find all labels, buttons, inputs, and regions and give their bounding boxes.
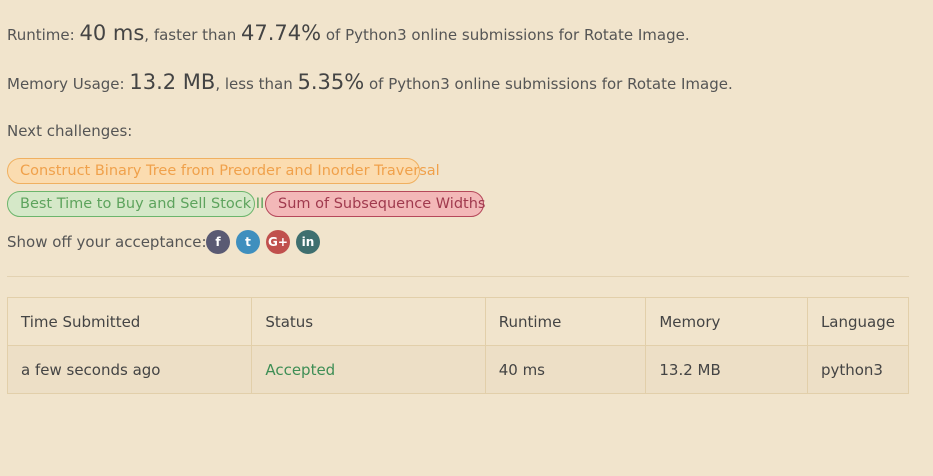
memory-mid: , less than [215, 75, 298, 93]
column-header-runtime: Runtime [484, 297, 647, 346]
memory-summary: Memory Usage: 13.2 MB, less than 5.35% o… [7, 70, 733, 94]
column-header-time-submitted: Time Submitted [6, 297, 253, 346]
memory-value: 13.2 MB [129, 70, 216, 94]
runtime-label: Runtime: [7, 26, 80, 44]
memory-label: Memory Usage: [7, 75, 130, 93]
runtime-summary: Runtime: 40 ms, faster than 47.74% of Py… [7, 21, 690, 45]
table-row: a few seconds ago Accepted 40 ms 13.2 MB… [6, 345, 910, 394]
column-header-status: Status [251, 297, 486, 346]
cell-runtime: 40 ms [484, 345, 647, 394]
runtime-value: 40 ms [79, 21, 145, 45]
cell-memory: 13.2 MB [645, 345, 808, 394]
facebook-icon[interactable]: f [206, 230, 230, 254]
challenge-link-best-time-stock[interactable]: Best Time to Buy and Sell Stock II [7, 191, 264, 217]
memory-suffix: of Python3 online submissions for Rotate… [364, 75, 733, 93]
challenge-link-construct-binary-tree[interactable]: Construct Binary Tree from Preorder and … [7, 158, 440, 184]
google-plus-icon[interactable]: G+ [266, 230, 290, 254]
cell-time-submitted: a few seconds ago [6, 345, 253, 394]
runtime-percent: 47.74% [241, 21, 322, 45]
linkedin-icon[interactable]: in [296, 230, 320, 254]
share-label: Show off your acceptance: [7, 233, 207, 251]
divider [7, 276, 909, 277]
next-challenges-label: Next challenges: [7, 122, 133, 140]
challenge-link-sum-subsequence-widths[interactable]: Sum of Subsequence Widths [265, 191, 485, 217]
cell-status: Accepted [251, 345, 486, 394]
runtime-suffix: of Python3 online submissions for Rotate… [321, 26, 690, 44]
cell-language: python3 [806, 345, 910, 394]
column-header-language: Language [806, 297, 910, 346]
column-header-memory: Memory [645, 297, 808, 346]
status-accepted-link[interactable]: Accepted [265, 361, 335, 379]
twitter-icon[interactable]: t [236, 230, 260, 254]
submission-result: Runtime: 40 ms, faster than 47.74% of Py… [0, 0, 933, 476]
submissions-table: Time Submitted Status Runtime Memory Lan… [6, 297, 910, 394]
table-header-row: Time Submitted Status Runtime Memory Lan… [6, 297, 910, 346]
runtime-mid: , faster than [144, 26, 242, 44]
memory-percent: 5.35% [297, 70, 365, 94]
